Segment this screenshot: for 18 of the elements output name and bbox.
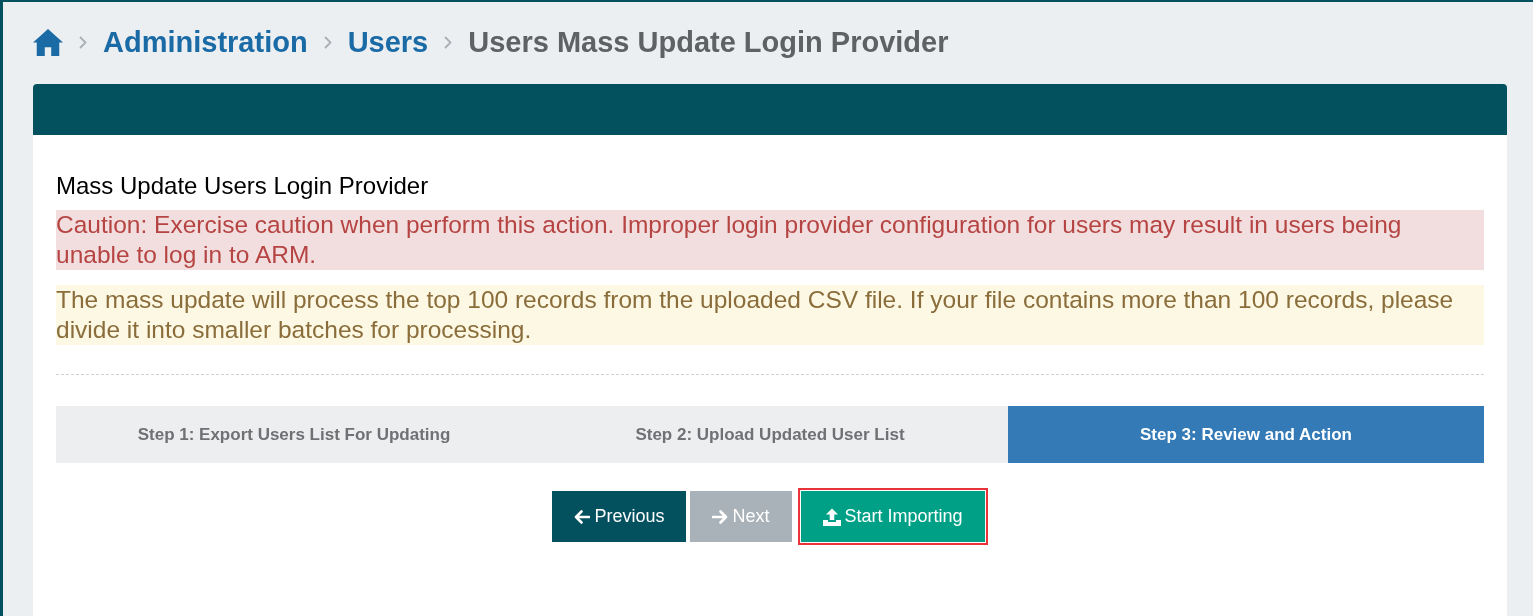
chevron-icon <box>444 36 453 49</box>
upload-icon <box>822 507 841 526</box>
arrow-left-icon <box>574 509 591 524</box>
section-title: Mass Update Users Login Provider <box>56 172 430 200</box>
previous-button[interactable]: Previous <box>552 491 687 542</box>
caution-alert: Caution: Exercise caution when perform this action. Improper login provider configuration for users may result in users being unable to log in to ARM. <box>56 210 1484 270</box>
breadcrumb-link[interactable]: Users <box>347 20 429 65</box>
chevron-icon <box>79 36 87 49</box>
step-tab[interactable]: Step 2: Upload Updated User List <box>532 406 1008 463</box>
breadcrumb-link[interactable]: Administration <box>103 20 308 65</box>
info-alert: The mass update will process the top 100 records from the uploaded CSV file. If your file contains more than 100 records, please divide it into smaller batches for processing. <box>56 285 1484 345</box>
step-tab[interactable]: Step 1: Export Users List For Updating <box>56 406 532 463</box>
step-tab[interactable]: Step 3: Review and Action <box>1008 406 1484 463</box>
home-icon[interactable] <box>33 29 63 56</box>
import-button[interactable]: Start Importing <box>800 491 985 542</box>
chevron-icon <box>323 36 332 49</box>
page-title: Users Mass Update Login Provider <box>468 24 949 60</box>
arrow-right-icon <box>712 509 729 524</box>
